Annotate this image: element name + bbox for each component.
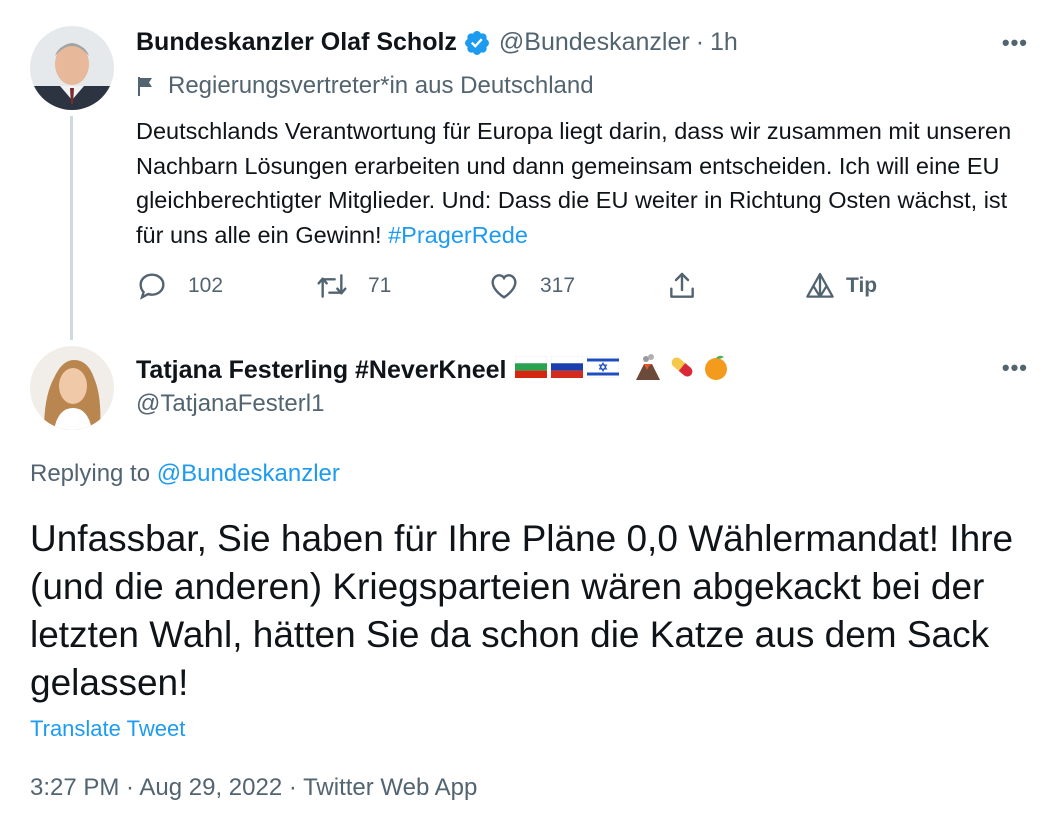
- thread-connector-line: [70, 116, 73, 340]
- avatar[interactable]: [30, 346, 114, 430]
- reply-author-row: Tatjana Festerling #NeverKneel: [136, 352, 735, 389]
- reply-author-name[interactable]: Tatjana Festerling #NeverKneel: [136, 356, 507, 385]
- tweet-timestamp[interactable]: 3:27 PM · Aug 29, 2022 · Twitter Web App: [30, 774, 477, 802]
- share-icon: [670, 272, 694, 298]
- original-tweet-text: Deutschlands Verantwortung für Europa li…: [136, 114, 1026, 252]
- reply-icon: [139, 273, 165, 300]
- original-tweet-body: Deutschlands Verantwortung für Europa li…: [136, 118, 1012, 248]
- replying-to: Replying to @Bundeskanzler: [30, 460, 340, 488]
- retweet-icon: [317, 274, 347, 298]
- original-author-row: Bundeskanzler Olaf Scholz @Bundeskanzler…: [136, 28, 738, 57]
- bulgaria-flag-icon: [514, 355, 547, 385]
- reply-tweet-text: Unfassbar, Sie haben für Ihre Pläne 0,0 …: [30, 518, 1014, 703]
- original-author-handle[interactable]: @Bundeskanzler: [499, 28, 690, 57]
- avatar[interactable]: [30, 26, 114, 110]
- government-label-text: Regierungsvertreter*in aus Deutschland: [168, 72, 594, 99]
- translate-tweet-link[interactable]: Translate Tweet: [30, 716, 185, 742]
- russia-flag-icon: [550, 355, 583, 385]
- tweet-actions: 102 71 317 Tip: [136, 270, 896, 310]
- author-emojis: [514, 352, 735, 389]
- verified-badge-icon: [463, 29, 491, 57]
- separator-dot: ·: [695, 28, 705, 56]
- tip-label: Tip: [846, 274, 878, 297]
- reply-count: 102: [188, 274, 224, 297]
- like-button[interactable]: 317: [488, 270, 575, 302]
- more-icon[interactable]: •••: [1002, 355, 1028, 381]
- original-author-name[interactable]: Bundeskanzler Olaf Scholz: [136, 28, 457, 57]
- replying-to-prefix: Replying to: [30, 460, 157, 487]
- like-icon: [491, 274, 517, 299]
- retweet-count: 71: [368, 274, 392, 297]
- hashtag-link[interactable]: #PragerRede: [388, 222, 528, 248]
- like-count: 317: [540, 274, 576, 297]
- tip-icon: [806, 272, 834, 298]
- israel-flag-icon: [586, 355, 619, 385]
- tip-button[interactable]: Tip: [804, 270, 877, 302]
- retweet-button[interactable]: 71: [316, 270, 391, 302]
- volcano-icon: [633, 352, 663, 389]
- tweet-time[interactable]: 1h: [710, 28, 738, 57]
- pill-icon: [667, 352, 697, 389]
- more-icon[interactable]: •••: [1002, 30, 1028, 56]
- reply-button[interactable]: 102: [136, 270, 223, 302]
- share-button[interactable]: [666, 270, 718, 302]
- government-flag-icon: [138, 77, 152, 96]
- reply-author-handle[interactable]: @TatjanaFesterl1: [136, 390, 324, 418]
- government-label: Regierungsvertreter*in aus Deutschland: [136, 72, 594, 100]
- replying-to-handle[interactable]: @Bundeskanzler: [157, 460, 340, 487]
- orange-icon: [701, 352, 731, 389]
